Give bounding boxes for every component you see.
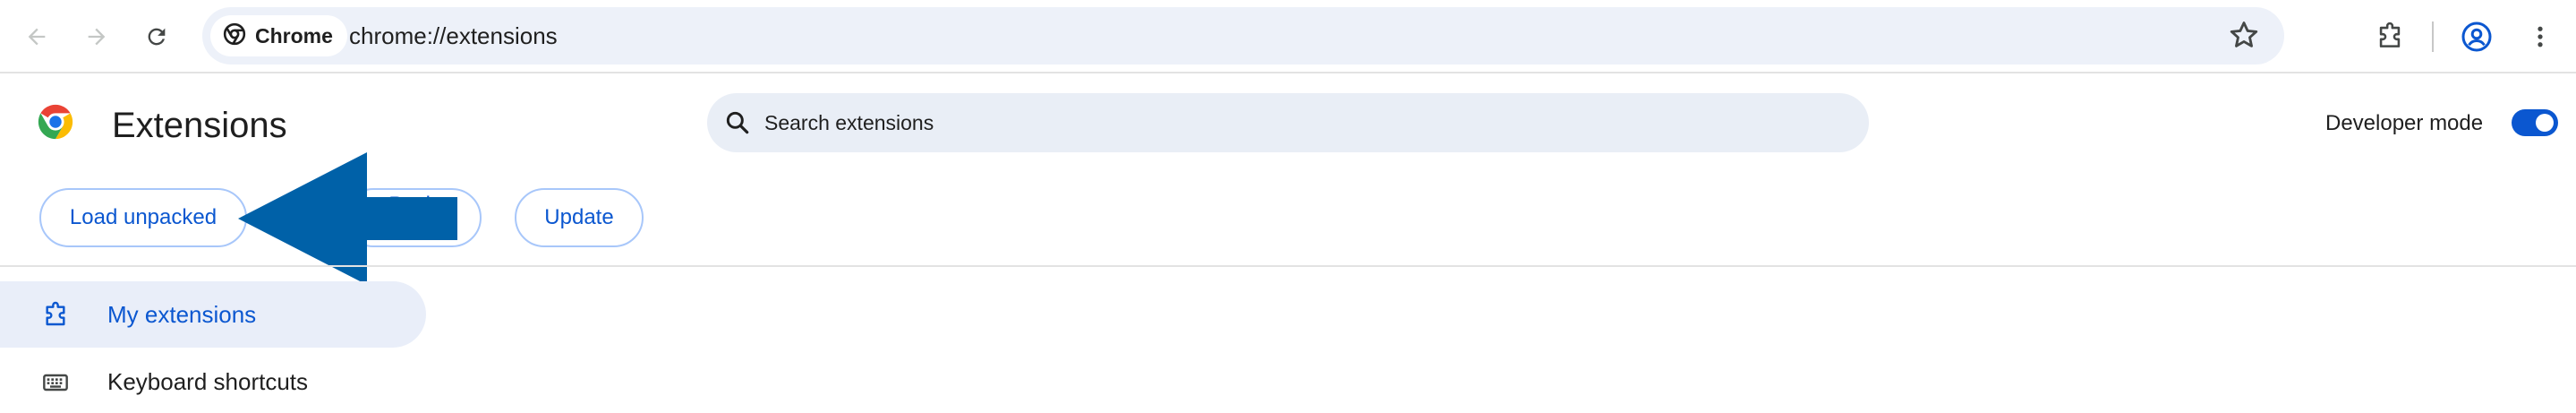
sidebar-item-label: My extensions xyxy=(107,301,257,328)
bookmark-star-icon[interactable] xyxy=(2227,18,2261,56)
search-input[interactable] xyxy=(764,93,1838,152)
browser-toolbar: Chrome chrome://extensions xyxy=(0,0,2576,73)
chrome-icon xyxy=(223,22,246,50)
url-text[interactable]: chrome://extensions xyxy=(349,22,558,49)
extensions-puzzle-icon[interactable] xyxy=(2368,15,2411,58)
developer-mode-toggle[interactable] xyxy=(2512,109,2558,136)
address-bar[interactable]: Chrome chrome://extensions xyxy=(202,7,2284,65)
load-unpacked-button[interactable]: Load unpacked xyxy=(39,188,247,247)
sidebar-item-keyboard-shortcuts[interactable]: Keyboard shortcuts xyxy=(0,348,426,413)
puzzle-icon xyxy=(41,301,70,334)
toggle-knob xyxy=(2536,114,2554,132)
search-icon xyxy=(723,108,752,142)
forward-arrow-icon[interactable] xyxy=(75,15,118,58)
update-button[interactable]: Update xyxy=(515,188,644,247)
sidebar-item-label: Keyboard shortcuts xyxy=(107,368,309,395)
developer-mode-label: Developer mode xyxy=(2325,111,2484,135)
reload-icon[interactable] xyxy=(135,15,178,58)
sidebar-item-my-extensions[interactable]: My extensions xyxy=(0,281,426,348)
back-arrow-icon[interactable] xyxy=(15,15,58,58)
toolbar-separator xyxy=(2432,22,2434,52)
search-box[interactable] xyxy=(707,93,1869,152)
header-divider xyxy=(0,265,2576,267)
site-chip-label: Chrome xyxy=(255,23,333,47)
chrome-logo xyxy=(35,101,76,142)
page-title: Extensions xyxy=(112,106,287,145)
site-chip[interactable]: Chrome xyxy=(210,15,347,56)
profile-icon[interactable] xyxy=(2455,15,2498,58)
keyboard-icon xyxy=(41,368,70,401)
menu-kebab-icon[interactable] xyxy=(2519,15,2562,58)
